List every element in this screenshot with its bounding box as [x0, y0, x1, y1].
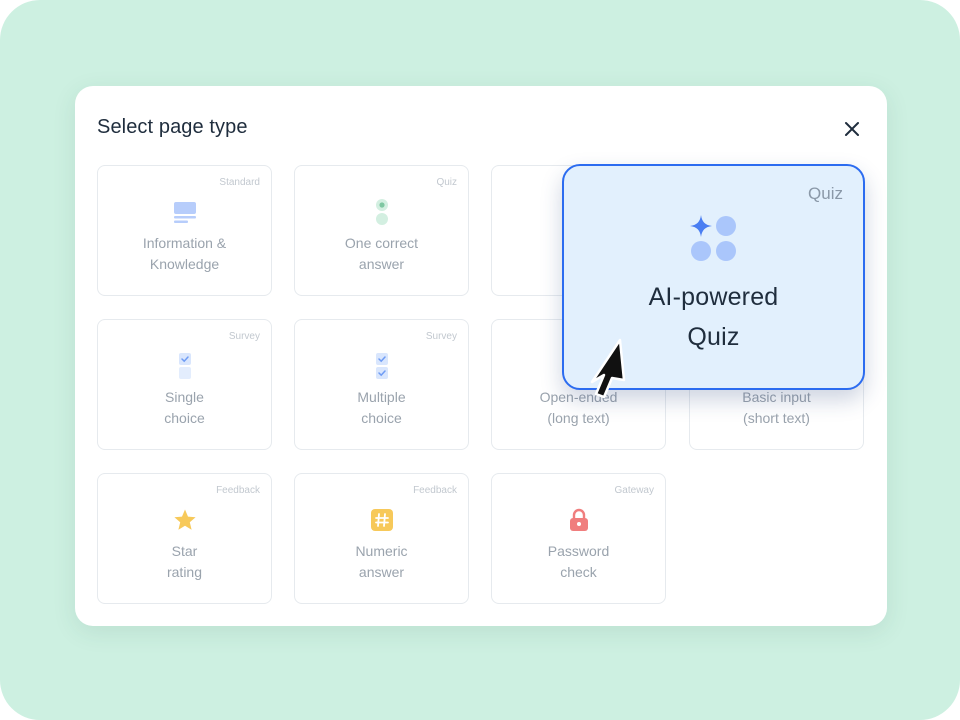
- card-label-line1: Multiple: [357, 389, 406, 405]
- card-label-line2: (long text): [547, 409, 610, 426]
- card-multiple-choice[interactable]: Survey Multiple choice: [294, 319, 469, 450]
- card-label-line1: Numeric: [355, 543, 408, 559]
- card-password-check[interactable]: Gateway Password check: [491, 473, 666, 604]
- mouse-pointer-icon: [590, 338, 626, 398]
- card-label-line2: (short text): [743, 409, 810, 426]
- card-label-line2: choice: [164, 409, 205, 426]
- card-tag: Standard: [219, 177, 260, 188]
- single-check-icon: [172, 353, 198, 379]
- card-numeric-answer[interactable]: Feedback Numeric answer: [294, 473, 469, 604]
- card-label-line1: Password: [547, 543, 610, 559]
- info-card-icon: [172, 199, 198, 225]
- radio-dots-icon: [369, 199, 395, 225]
- card-tag: Quiz: [808, 184, 843, 203]
- lock-icon: [566, 507, 592, 533]
- close-icon: [845, 122, 859, 136]
- multi-check-icon: [369, 353, 395, 379]
- card-label-line2: answer: [358, 563, 405, 580]
- card-label-line1: Information &: [142, 235, 227, 251]
- card-label-line1: Basic input: [742, 389, 811, 405]
- card-single-choice[interactable]: Survey Single choice: [97, 319, 272, 450]
- card-label-line2: choice: [361, 409, 402, 426]
- card-label-line1: Open-ended: [539, 389, 618, 405]
- card-label-line1: AI-powered: [648, 283, 779, 311]
- card-information-knowledge[interactable]: Standard Information & Knowledge: [97, 165, 272, 296]
- card-tag: Quiz: [436, 177, 457, 188]
- ai-sparkle-icon: [689, 214, 739, 264]
- card-label-line2: rating: [166, 563, 203, 580]
- card-label-line1: One correct: [344, 235, 419, 251]
- card-label-line2: answer: [358, 255, 405, 272]
- card-tag: Feedback: [216, 485, 260, 496]
- close-button[interactable]: [839, 116, 865, 142]
- card-label-line2: Knowledge: [149, 255, 220, 272]
- card-tag: Feedback: [413, 485, 457, 496]
- dialog-title: Select page type: [97, 116, 248, 138]
- card-star-rating[interactable]: Feedback Star rating: [97, 473, 272, 604]
- card-label-line1: Single: [165, 389, 204, 405]
- card-tag: Survey: [425, 331, 457, 342]
- card-tag: Survey: [228, 331, 260, 342]
- card-label-line1: Star: [171, 543, 198, 559]
- hash-icon: [369, 507, 395, 533]
- card-label-line2: check: [560, 563, 597, 580]
- card-tag: Gateway: [614, 485, 654, 496]
- card-one-correct-answer[interactable]: Quiz One correct answer: [294, 165, 469, 296]
- star-icon: [172, 507, 198, 533]
- select-page-type-dialog: Select page type Standard Information & …: [75, 86, 887, 626]
